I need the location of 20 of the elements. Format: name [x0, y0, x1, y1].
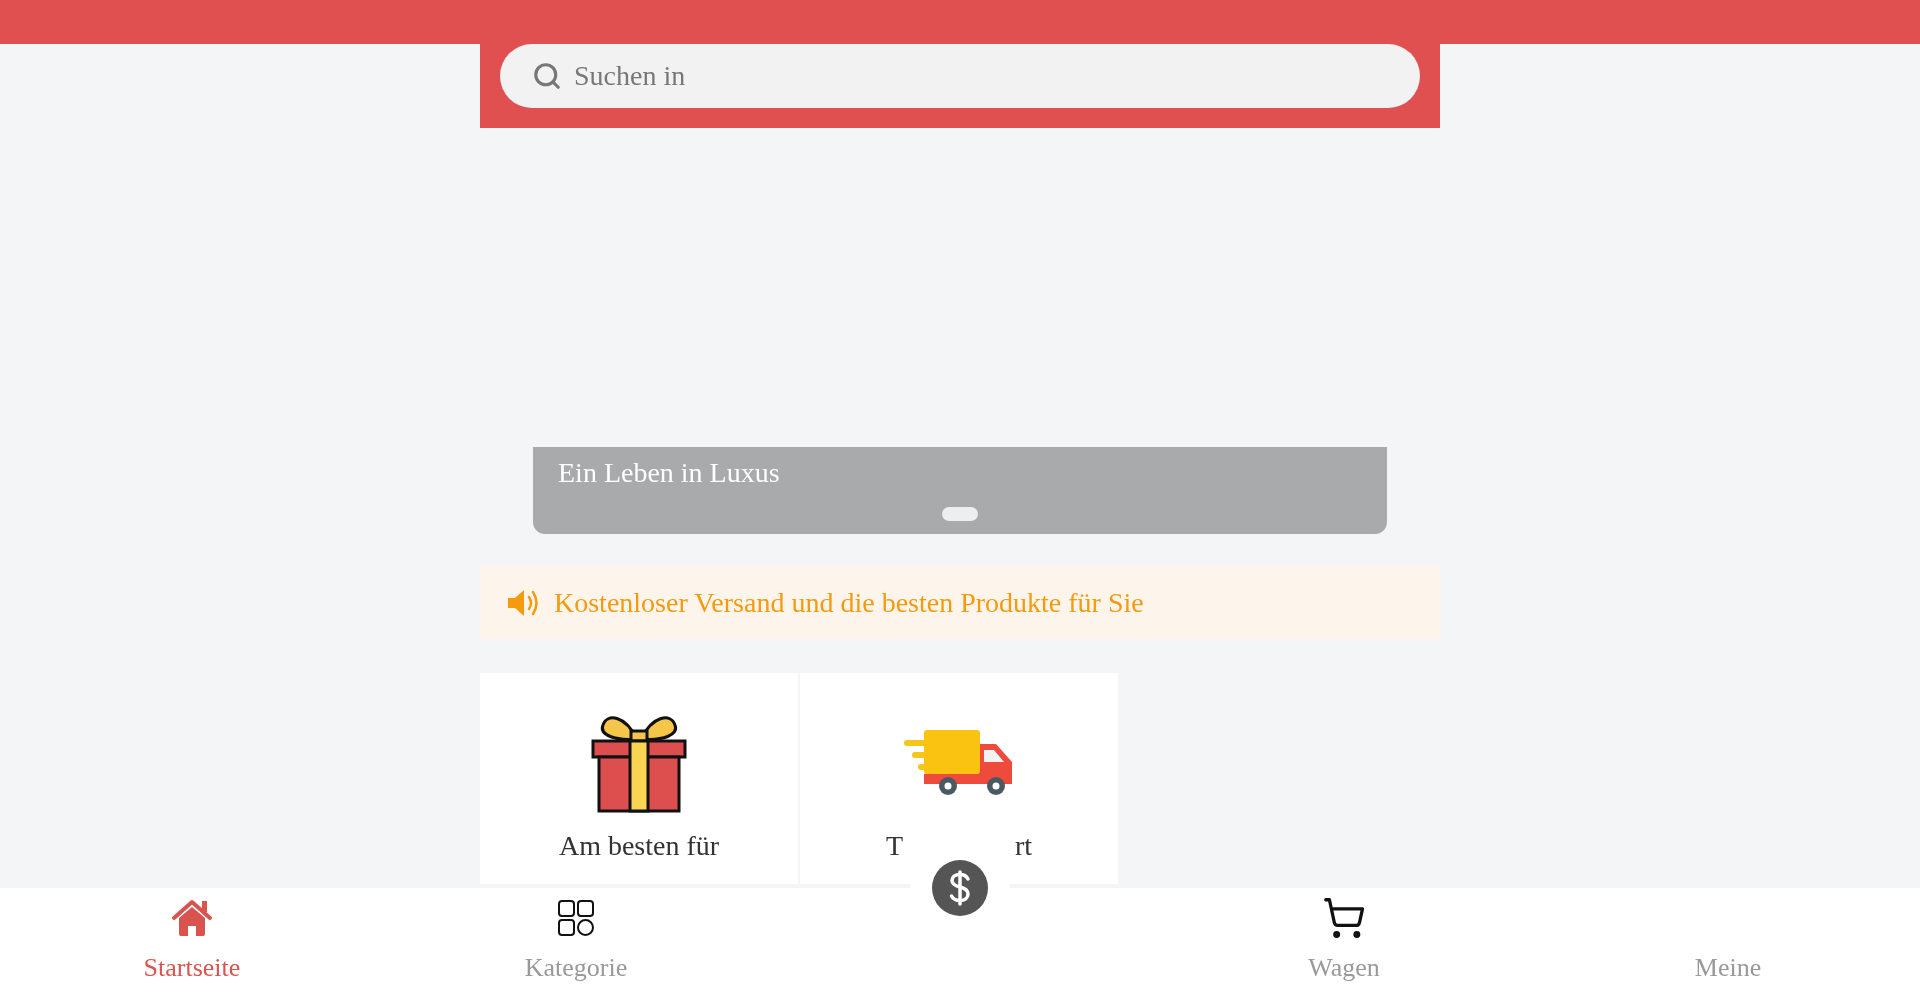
grid-icon [557, 899, 595, 937]
banner-caption: Ein Leben in Luxus [558, 456, 781, 490]
search-icon [532, 61, 562, 91]
speaker-icon [506, 587, 540, 618]
dollar-button[interactable] [932, 860, 988, 916]
card-label: rt [1015, 829, 1033, 863]
truck-icon [904, 730, 1014, 796]
nav-tab[interactable]: Meine [1536, 888, 1920, 993]
nav-tab[interactable]: Wagen [1152, 888, 1536, 993]
nav-tab[interactable]: Startseite [0, 888, 384, 993]
nav-tab[interactable]: Kategorie [384, 888, 768, 993]
dollar-icon [949, 870, 971, 906]
home-icon [170, 898, 214, 938]
notice-text: Kostenloser Versand und die besten Produkte für Sie [554, 585, 1144, 620]
card-label: T [885, 829, 903, 863]
search-field[interactable]: Suchen in [500, 44, 1420, 108]
category-card[interactable]: T rt [800, 673, 1118, 884]
card-label: Am besten für [558, 829, 720, 863]
cart-icon [1322, 896, 1366, 940]
category-card[interactable]: Am besten für [480, 673, 798, 884]
